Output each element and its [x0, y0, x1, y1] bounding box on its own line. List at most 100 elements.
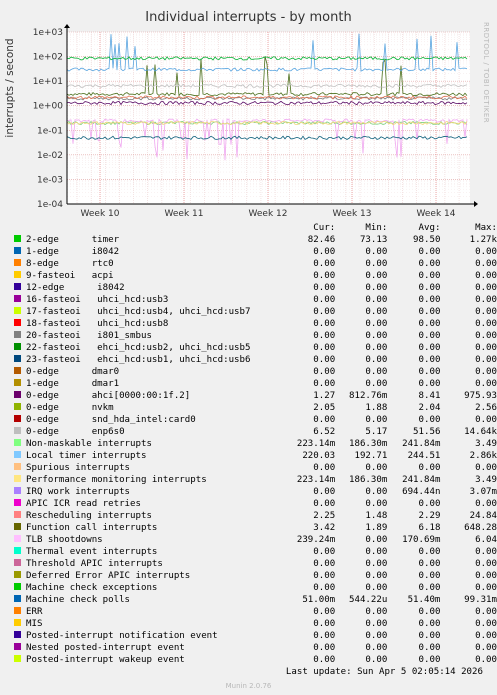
legend-swatch — [14, 259, 21, 266]
legend-avg: 0.00 — [418, 259, 441, 269]
x-tick-label: Week 13 — [333, 209, 372, 219]
legend-label: ERR — [26, 607, 43, 617]
legend-cur: 3.42 — [313, 523, 336, 533]
legend-row: 2-edge timer 82.46 73.13 98.50 1.27k — [12, 234, 497, 246]
legend-row: TLB shootdowns 239.24m 0.00 170.69m 6.04 — [12, 534, 497, 546]
legend-cur: 0.00 — [313, 487, 336, 497]
legend-row: 18-fasteoi uhci_hcd:usb8 0.00 0.00 0.00 0.00 — [12, 318, 497, 330]
y-axis-arrow — [64, 24, 70, 28]
legend-min: 0.00 — [365, 379, 388, 389]
legend-cur: 2.05 — [313, 403, 336, 413]
legend-min: 0.00 — [365, 343, 388, 353]
legend-row: ERR 0.00 0.00 0.00 0.00 — [12, 606, 497, 618]
legend-avg: 51.56 — [413, 427, 441, 437]
legend-label: 12-edge i8042 — [26, 283, 125, 293]
legend-max: 0.00 — [475, 295, 497, 305]
legend-max: 0.00 — [475, 355, 497, 365]
legend-cur: 1.27 — [313, 391, 336, 401]
legend-row: Rescheduling interrupts 2.25 1.48 2.29 24.84 — [12, 510, 497, 522]
legend-min: 186.30m — [349, 475, 388, 485]
legend-swatch — [14, 463, 21, 470]
legend-label: 0-edge ahci[0000:00:1f.2] — [26, 391, 191, 401]
legend-avg: 51.40m — [407, 595, 441, 605]
legend-label: 1-edge dmar1 — [26, 379, 120, 389]
legend-max: 14.64k — [464, 427, 497, 437]
legend-cur: 0.00 — [313, 547, 336, 557]
legend-label: Threshold APIC interrupts — [26, 559, 163, 569]
legend-cur: 0.00 — [313, 355, 336, 365]
legend-max: 1.27k — [469, 235, 497, 245]
legend-swatch — [14, 403, 21, 410]
legend-max: 0.00 — [475, 379, 497, 389]
legend-min: 0.00 — [365, 415, 388, 425]
legend-label: Posted-interrupt wakeup event — [26, 655, 185, 665]
legend-avg: 0.00 — [418, 283, 441, 293]
legend-max: 0.00 — [475, 283, 497, 293]
header-cur: Cur: — [313, 223, 336, 233]
legend-min: 0.00 — [365, 559, 388, 569]
legend-label: 0-edge dmar0 — [26, 367, 120, 377]
legend-label: Deferred Error APIC interrupts — [26, 571, 191, 581]
y-tick-label: 1e-03 — [37, 175, 63, 185]
legend-cur: 0.00 — [313, 319, 336, 329]
legend-swatch — [14, 319, 21, 326]
legend-min: 0.00 — [365, 319, 388, 329]
legend-label: 17-fasteoi uhci_hcd:usb4, uhci_hcd:usb7 — [26, 307, 251, 317]
legend-max: 0.00 — [475, 463, 497, 473]
legend-swatch — [14, 415, 21, 422]
legend-max: 0.00 — [475, 631, 497, 641]
legend-min: 186.30m — [349, 439, 388, 449]
legend-swatch — [14, 643, 21, 650]
legend-row: 0-edge ahci[0000:00:1f.2] 1.27 812.76m 8.41… — [12, 390, 497, 402]
legend-min: 0.00 — [365, 247, 388, 257]
legend-avg: 2.29 — [418, 511, 441, 521]
legend-avg: 0.00 — [418, 583, 441, 593]
legend-min: 0.00 — [365, 271, 388, 281]
legend-cur: 51.00m — [302, 595, 336, 605]
legend-row: 8-edge rtc0 0.00 0.00 0.00 0.00 — [12, 258, 497, 270]
legend-row: 16-fasteoi uhci_hcd:usb3 0.00 0.00 0.00 0.00 — [12, 294, 497, 306]
legend-cur: 0.00 — [313, 583, 336, 593]
legend-swatch — [14, 487, 21, 494]
legend-cur: 223.14m — [296, 475, 336, 485]
legend-avg: 0.00 — [418, 367, 441, 377]
legend-min: 1.89 — [365, 523, 388, 533]
y-tick-label: 1e+00 — [33, 102, 64, 112]
legend-table: Cur: Min: Avg: Max: 2-edge timer 82.46 73.… — [12, 222, 497, 666]
legend-avg: 241.84m — [402, 475, 441, 485]
legend-label: 20-fasteoi i801_smbus — [26, 331, 152, 341]
legend-label: 22-fasteoi ehci_hcd:usb2, uhci_hcd:usb5 — [26, 343, 251, 353]
legend-swatch — [14, 499, 21, 506]
legend-label: 0-edge enp6s0 — [26, 427, 125, 437]
legend-cur: 0.00 — [313, 619, 336, 629]
legend-max: 0.00 — [475, 583, 497, 593]
legend-min: 5.17 — [365, 427, 388, 437]
y-tick-label: 1e-02 — [37, 151, 63, 161]
legend-row: 17-fasteoi uhci_hcd:usb4, uhci_hcd:usb7 0… — [12, 306, 497, 318]
legend-max: 975.93 — [464, 391, 497, 401]
legend-max: 0.00 — [475, 319, 497, 329]
legend-row: 12-edge i8042 0.00 0.00 0.00 0.00 — [12, 282, 497, 294]
x-tick-label: Week 14 — [417, 209, 456, 219]
legend-cur: 0.00 — [313, 571, 336, 581]
legend-avg: 0.00 — [418, 571, 441, 581]
legend-swatch — [14, 451, 21, 458]
legend-swatch — [14, 607, 21, 614]
legend-cur: 223.14m — [296, 439, 336, 449]
x-tick-label: Week 10 — [81, 209, 120, 219]
last-update: Last update: Sun Apr 5 02:05:14 2026 — [285, 667, 483, 677]
legend-avg: 0.00 — [418, 295, 441, 305]
legend-row: Performance monitoring interrupts 223.14m… — [12, 474, 497, 486]
legend-label: MIS — [26, 619, 43, 629]
legend-min: 0.00 — [365, 643, 388, 653]
legend-avg: 6.18 — [418, 523, 441, 533]
legend-max: 648.28 — [464, 523, 497, 533]
legend-avg: 0.00 — [418, 631, 441, 641]
legend-avg: 0.00 — [418, 343, 441, 353]
legend-max: 0.00 — [475, 331, 497, 341]
legend-swatch — [14, 475, 21, 482]
legend-avg: 241.84m — [402, 439, 441, 449]
legend-cur: 0.00 — [313, 343, 336, 353]
legend-row: Local timer interrupts 220.03 192.71 244.51… — [12, 450, 497, 462]
x-tick-label: Week 11 — [165, 209, 204, 219]
